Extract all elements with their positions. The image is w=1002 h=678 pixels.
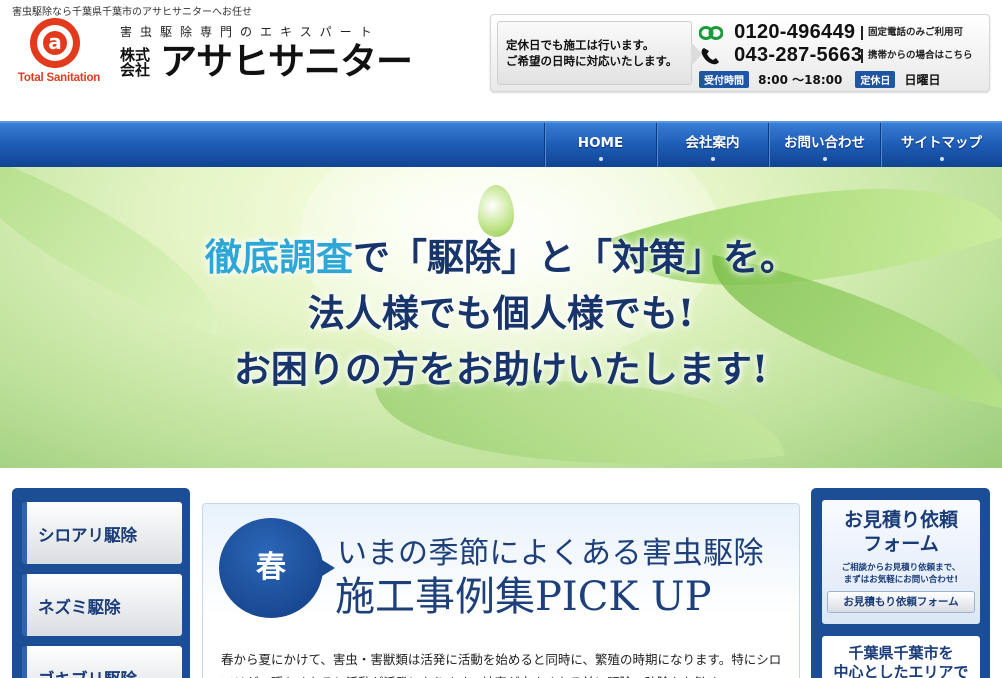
estimate-form-button[interactable]: お見積もり依頼フォーム (827, 591, 975, 613)
freedial-number[interactable]: 0120-496449 (734, 21, 855, 44)
hero-accent: 徹底調査 (205, 235, 353, 279)
hero-line3: お困りの方をお助けいたします! (233, 347, 769, 391)
sidebar-item-label: シロアリ駆除 (38, 526, 137, 545)
freedial-icon (699, 25, 723, 40)
estimate-note-line2: まずはお気軽にお問い合わせ! (843, 575, 959, 585)
nav-dot-icon (598, 157, 603, 161)
phone-number[interactable]: 043-287-5663 (734, 44, 862, 67)
business-hours: 受付時間 8:00 〜18:00 定休日 日曜日 (699, 69, 949, 88)
estimate-title-line2: フォーム (863, 533, 939, 555)
contact-note-line1: 定休日でも施工は行います。 (506, 38, 655, 52)
nav-dot-icon (822, 157, 827, 161)
estimate-title: お見積り依頼 フォーム (822, 508, 980, 556)
sidebar-item-label: ゴキブリ駆除 (38, 670, 137, 678)
freedial-note: 固定電話のみご利用可 (861, 26, 963, 40)
right-sidebar: お見積り依頼 フォーム ご相談からお見積り依頼まで、 まずはお気軽にお問い合わせ… (811, 488, 990, 678)
nav-company[interactable]: 会社案内 (656, 123, 768, 167)
company-name[interactable]: アサヒサニター (160, 42, 413, 82)
phone-row[interactable]: 043-287-5663 (699, 44, 862, 68)
estimate-note: ご相談からお見積り依頼まで、 まずはお気軽にお問い合わせ! (822, 562, 980, 586)
estimate-note-line1: ご相談からお見積り依頼まで、 (841, 563, 961, 573)
contact-note: 定休日でも施工は行います。 ご希望の日時に対応いたします。 (497, 21, 702, 85)
pickup-section: 春 いまの季節によくある害虫駆除 施工事例集PICK UP 春から夏にかけて、害… (202, 503, 800, 678)
contact-box: 定休日でも施工は行います。 ご希望の日時に対応いたします。 0120-49644… (490, 14, 990, 92)
nav-contact[interactable]: お問い合わせ (768, 123, 880, 167)
nav-contact-label: お問い合わせ (784, 135, 865, 151)
nav-company-label: 会社案内 (685, 135, 740, 151)
service-area-box[interactable]: 千葉県千葉市を 中心としたエリアで (822, 636, 980, 678)
left-sidebar: シロアリ駆除 ネズミ駆除 ゴキブリ駆除 (12, 488, 190, 678)
sidebar-item-rat[interactable]: ネズミ駆除 (22, 574, 182, 636)
nav-sitemap-label: サイトマップ (901, 135, 982, 151)
sidebar-item-termite[interactable]: シロアリ駆除 (22, 502, 182, 564)
season-badge: 春 (219, 518, 335, 618)
pickup-title-line2: 施工事例集PICK UP (335, 574, 712, 620)
nav-dot-icon (939, 157, 944, 161)
area-line2: 中心としたエリアで (833, 663, 969, 678)
hours-value: 8:00 〜18:00 (758, 73, 843, 87)
estimate-title-line1: お見積り依頼 (843, 509, 958, 531)
nav-dot-icon (710, 157, 715, 161)
hero-line1: 徹底調査で「駆除」と「対策」を。 (0, 229, 1002, 285)
phone-note: 携帯からの場合はこちら (861, 49, 973, 63)
contact-note-line2: ご希望の日時に対応いたします。 (506, 54, 678, 68)
site-tagline: 害虫駆除なら千葉県千葉市のアサヒサニターへお任せ (12, 7, 252, 18)
phone-icon (701, 47, 719, 64)
global-nav: HOME 会社案内 お問い合わせ サイトマップ (0, 121, 1002, 167)
holiday-badge: 定休日 (855, 71, 896, 88)
hours-badge: 受付時間 (699, 71, 749, 88)
hero-line2: 法人様でも個人様でも! (307, 291, 695, 335)
company-logo[interactable]: a Total Sanitation (12, 18, 106, 88)
sidebar-item-cockroach[interactable]: ゴキブリ駆除 (22, 646, 182, 678)
hero-line1-rest: で「駆除」と「対策」を。 (353, 235, 797, 279)
sidebar-item-label: ネズミ駆除 (38, 598, 121, 617)
pickup-body: 春から夏にかけて、害虫・害獣類は活発に活動を始めると同時に、繁殖の時期になります… (221, 652, 782, 678)
company-subtitle: 害虫駆除専門のエキスパート (120, 25, 380, 39)
nav-home[interactable]: HOME (544, 123, 656, 167)
area-line1: 千葉県千葉市を (848, 644, 954, 662)
nav-home-label: HOME (577, 135, 624, 151)
company-type: 株式会社 (119, 46, 150, 79)
hero-banner: 徹底調査で「駆除」と「対策」を。 法人様でも個人様でも! お困りの方をお助けいた… (0, 167, 1002, 468)
estimate-banner[interactable]: お見積り依頼 フォーム ご相談からお見積り依頼まで、 まずはお気軽にお問い合わせ… (822, 500, 980, 624)
hero-copy: 徹底調査で「駆除」と「対策」を。 法人様でも個人様でも! お困りの方をお助けいた… (0, 229, 1002, 397)
logo-text: Total Sanitation (17, 72, 101, 84)
holiday-value: 日曜日 (904, 73, 941, 87)
nav-sitemap[interactable]: サイトマップ (880, 123, 1002, 167)
logo-letter-icon: a (48, 30, 62, 54)
freedial-row[interactable]: 0120-496449 (699, 21, 855, 45)
